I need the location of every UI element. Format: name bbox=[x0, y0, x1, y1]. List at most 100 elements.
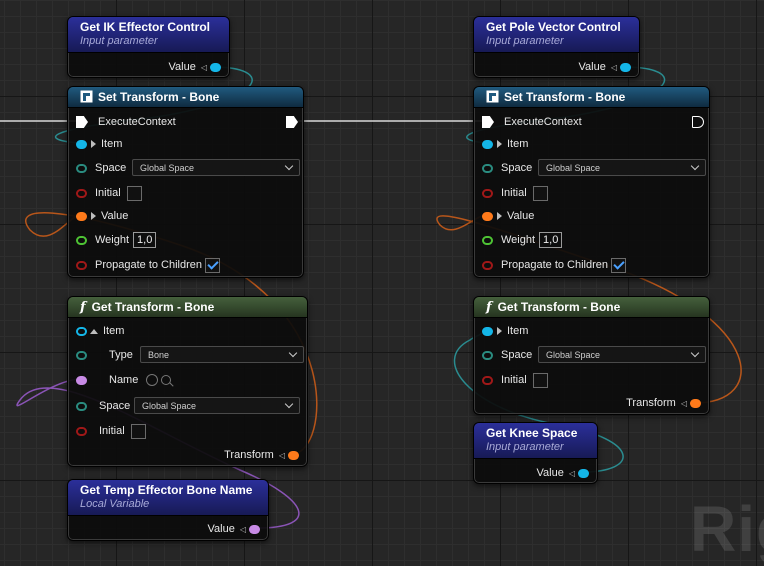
name-row[interactable]: Name bbox=[76, 370, 172, 390]
initial-pin-icon[interactable] bbox=[76, 426, 87, 436]
item-row[interactable]: Item bbox=[76, 134, 122, 154]
exec-pin-icon[interactable] bbox=[76, 116, 88, 128]
chevron-down-icon bbox=[284, 399, 294, 408]
weight-input[interactable]: 1,0 bbox=[539, 232, 563, 248]
exec-input-row[interactable]: ExecuteContext bbox=[482, 112, 582, 132]
name-pin-icon[interactable] bbox=[76, 375, 87, 385]
item-row[interactable]: Item bbox=[76, 321, 124, 341]
propagate-pin-icon[interactable] bbox=[482, 260, 493, 270]
space-pin-icon[interactable] bbox=[76, 401, 87, 411]
propagate-checkbox[interactable] bbox=[611, 257, 627, 273]
propagate-row[interactable]: Propagate to Children bbox=[76, 255, 221, 275]
pin-label: Value bbox=[168, 61, 196, 73]
exec-out-pin-icon[interactable] bbox=[692, 116, 704, 128]
pin-icon[interactable] bbox=[288, 450, 299, 460]
collapse-arrow-icon[interactable] bbox=[90, 328, 98, 334]
node-header[interactable]: Get IK Effector Control Input parameter bbox=[68, 17, 229, 53]
exec-out-pin-icon[interactable] bbox=[286, 116, 298, 128]
item-row[interactable]: Item bbox=[482, 134, 528, 154]
initial-checkbox[interactable] bbox=[126, 185, 142, 201]
output-pin-value[interactable]: Value ◁ bbox=[579, 58, 631, 76]
space-row[interactable]: Space bbox=[482, 158, 532, 178]
initial-checkbox[interactable] bbox=[532, 185, 548, 201]
search-icon[interactable] bbox=[161, 375, 172, 385]
space-pin-icon[interactable] bbox=[482, 350, 493, 360]
node-get-knee-space[interactable]: Get Knee Space Input parameter Value ◁ bbox=[473, 422, 598, 484]
value-pin-icon[interactable] bbox=[76, 211, 87, 221]
node-header[interactable]: Get Knee Space Input parameter bbox=[474, 423, 597, 459]
pin-icon[interactable] bbox=[249, 524, 260, 534]
value-pin-icon[interactable] bbox=[482, 211, 493, 221]
space-pin-icon[interactable] bbox=[482, 163, 493, 173]
exec-output-pin[interactable] bbox=[286, 112, 298, 132]
exec-input-row[interactable]: ExecuteContext bbox=[76, 112, 176, 132]
expand-arrow-icon[interactable] bbox=[497, 327, 502, 335]
initial-pin-icon[interactable] bbox=[482, 188, 493, 198]
node-set-transform-bone-left[interactable]: Set Transform - Bone ExecuteContext Item… bbox=[67, 86, 304, 278]
space-dropdown[interactable]: Global Space bbox=[538, 346, 706, 363]
space-row[interactable]: Space bbox=[76, 396, 130, 416]
propagate-checkbox[interactable] bbox=[205, 257, 221, 273]
output-pin-value[interactable]: Value ◁ bbox=[208, 520, 260, 538]
item-pin-icon[interactable] bbox=[76, 139, 87, 149]
node-header[interactable]: Get Pole Vector Control Input parameter bbox=[474, 17, 639, 53]
space-dropdown[interactable]: Global Space bbox=[134, 397, 300, 414]
space-row[interactable]: Space bbox=[482, 345, 532, 365]
node-get-transform-bone-right[interactable]: f Get Transform - Bone Item Space Global … bbox=[473, 296, 710, 415]
output-pin-value[interactable]: Value ◁ bbox=[537, 464, 589, 482]
type-row[interactable]: Type bbox=[76, 345, 133, 365]
node-set-transform-bone-right[interactable]: Set Transform - Bone ExecuteContext Item… bbox=[473, 86, 710, 278]
weight-input[interactable]: 1,0 bbox=[133, 232, 157, 248]
pin-icon[interactable] bbox=[620, 62, 631, 72]
value-row[interactable]: Value bbox=[76, 206, 128, 226]
item-pin-icon[interactable] bbox=[76, 326, 87, 336]
space-row[interactable]: Space bbox=[76, 158, 126, 178]
pin-icon[interactable] bbox=[578, 468, 589, 478]
output-pin-value[interactable]: Value ◁ bbox=[169, 58, 221, 76]
weight-row[interactable]: Weight 1,0 bbox=[482, 230, 563, 250]
node-get-ik-effector-control[interactable]: Get IK Effector Control Input parameter … bbox=[67, 16, 230, 78]
item-pin-icon[interactable] bbox=[482, 139, 493, 149]
type-dropdown[interactable]: Bone bbox=[140, 346, 304, 363]
initial-checkbox[interactable] bbox=[130, 423, 146, 439]
initial-row[interactable]: Initial bbox=[482, 370, 548, 390]
initial-row[interactable]: Initial bbox=[76, 421, 146, 441]
weight-row[interactable]: Weight 1,0 bbox=[76, 230, 157, 250]
weight-pin-icon[interactable] bbox=[482, 235, 493, 245]
propagate-pin-icon[interactable] bbox=[76, 260, 87, 270]
use-selected-icon[interactable] bbox=[146, 374, 159, 386]
pin-icon[interactable] bbox=[690, 398, 701, 408]
node-get-transform-bone-left[interactable]: f Get Transform - Bone Item Type Bone Nam… bbox=[67, 296, 308, 467]
node-header[interactable]: Set Transform - Bone bbox=[474, 87, 709, 108]
node-header[interactable]: Set Transform - Bone bbox=[68, 87, 303, 108]
exec-output-pin[interactable] bbox=[692, 112, 704, 132]
item-row[interactable]: Item bbox=[482, 321, 528, 341]
type-pin-icon[interactable] bbox=[76, 350, 87, 360]
node-title: Set Transform - Bone bbox=[504, 90, 626, 104]
initial-pin-icon[interactable] bbox=[482, 375, 493, 385]
expand-arrow-icon[interactable] bbox=[91, 140, 96, 148]
space-dropdown[interactable]: Global Space bbox=[538, 159, 706, 176]
expand-arrow-icon[interactable] bbox=[497, 212, 502, 220]
node-get-temp-effector-bone-name[interactable]: Get Temp Effector Bone Name Local Variab… bbox=[67, 479, 269, 541]
initial-row[interactable]: Initial bbox=[482, 183, 548, 203]
value-row[interactable]: Value bbox=[482, 206, 534, 226]
item-pin-icon[interactable] bbox=[482, 326, 493, 336]
space-dropdown[interactable]: Global Space bbox=[132, 159, 300, 176]
output-pin-transform[interactable]: Transform ◁ bbox=[626, 394, 701, 412]
initial-pin-icon[interactable] bbox=[76, 188, 87, 198]
pin-icon[interactable] bbox=[210, 62, 221, 72]
expand-arrow-icon[interactable] bbox=[497, 140, 502, 148]
space-pin-icon[interactable] bbox=[76, 163, 87, 173]
node-header[interactable]: Get Temp Effector Bone Name Local Variab… bbox=[68, 480, 268, 516]
exec-pin-icon[interactable] bbox=[482, 116, 494, 128]
initial-row[interactable]: Initial bbox=[76, 183, 142, 203]
node-get-pole-vector-control[interactable]: Get Pole Vector Control Input parameter … bbox=[473, 16, 640, 78]
expand-arrow-icon[interactable] bbox=[91, 212, 96, 220]
node-header[interactable]: f Get Transform - Bone bbox=[68, 297, 307, 318]
weight-pin-icon[interactable] bbox=[76, 235, 87, 245]
propagate-row[interactable]: Propagate to Children bbox=[482, 255, 627, 275]
node-header[interactable]: f Get Transform - Bone bbox=[474, 297, 709, 318]
output-pin-transform[interactable]: Transform ◁ bbox=[224, 446, 299, 464]
initial-checkbox[interactable] bbox=[532, 372, 548, 388]
